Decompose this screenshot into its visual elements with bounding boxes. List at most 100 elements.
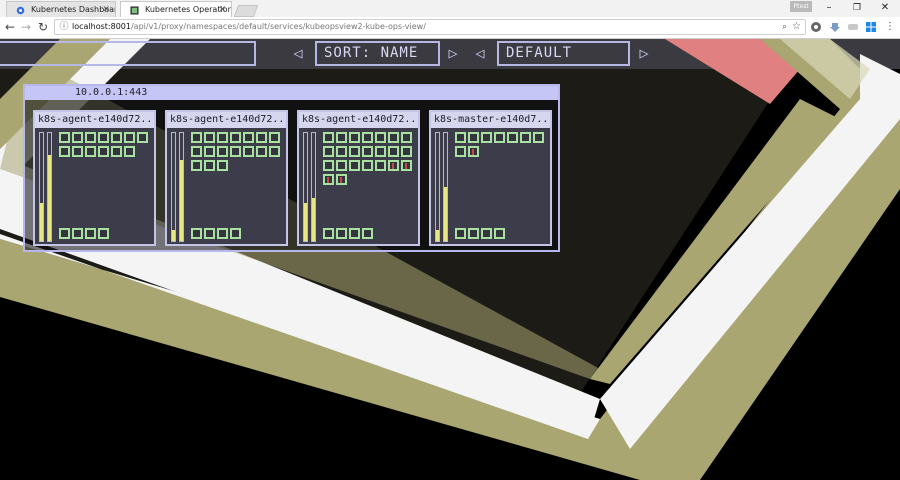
pod[interactable] xyxy=(243,146,254,157)
pod[interactable] xyxy=(204,132,215,143)
url-text[interactable]: localhost:8001/api/v1/proxy/namespaces/d… xyxy=(72,20,426,34)
pod[interactable] xyxy=(401,132,412,143)
system-pod[interactable] xyxy=(323,228,334,239)
pod-error[interactable] xyxy=(401,160,412,171)
pod-error[interactable] xyxy=(336,174,347,185)
menu-icon[interactable]: ⋮ xyxy=(884,21,896,33)
windows-icon[interactable] xyxy=(865,21,877,33)
pod[interactable] xyxy=(375,146,386,157)
download-icon[interactable] xyxy=(829,21,841,33)
pod[interactable] xyxy=(204,146,215,157)
pod[interactable] xyxy=(520,132,531,143)
system-pod[interactable] xyxy=(59,228,70,239)
node-card[interactable]: k8s-agent-e140d72... xyxy=(297,110,420,246)
system-pod[interactable] xyxy=(362,228,373,239)
pod[interactable] xyxy=(124,146,135,157)
pod[interactable] xyxy=(362,132,373,143)
system-pod[interactable] xyxy=(336,228,347,239)
pod[interactable] xyxy=(59,132,70,143)
pod[interactable] xyxy=(336,146,347,157)
pod[interactable] xyxy=(401,146,412,157)
profile-badge[interactable]: Ptest xyxy=(790,1,812,12)
pod[interactable] xyxy=(481,132,492,143)
pod[interactable] xyxy=(349,132,360,143)
pod[interactable] xyxy=(98,132,109,143)
pod[interactable] xyxy=(468,132,479,143)
theme-selector[interactable]: DEFAULT xyxy=(497,41,630,66)
pod[interactable] xyxy=(85,146,96,157)
pod[interactable] xyxy=(269,146,280,157)
pod[interactable] xyxy=(85,132,96,143)
pod[interactable] xyxy=(323,146,334,157)
back-button[interactable]: ← xyxy=(2,19,18,35)
forward-button[interactable]: → xyxy=(18,19,34,35)
node-card[interactable]: k8s-master-e140d7... xyxy=(429,110,552,246)
pod[interactable] xyxy=(191,132,202,143)
pod[interactable] xyxy=(336,132,347,143)
pod[interactable] xyxy=(455,132,466,143)
theme-next-arrow-icon[interactable]: ▷ xyxy=(637,45,651,61)
reload-button[interactable]: ↻ xyxy=(35,19,51,35)
pod[interactable] xyxy=(388,146,399,157)
pod[interactable] xyxy=(533,132,544,143)
pod[interactable] xyxy=(111,146,122,157)
system-pod[interactable] xyxy=(217,228,228,239)
node-card[interactable]: k8s-agent-e140d72... xyxy=(165,110,288,246)
pod[interactable] xyxy=(137,132,148,143)
system-pod[interactable] xyxy=(349,228,360,239)
url-input[interactable]: ⓘ localhost:8001/api/v1/proxy/namespaces… xyxy=(54,19,806,35)
system-pod[interactable] xyxy=(85,228,96,239)
cluster-panel[interactable]: 10.0.0.1:443 k8s-agent-e140d72... k8s-age… xyxy=(23,84,560,252)
minimize-button[interactable]: – xyxy=(815,0,843,16)
pod[interactable] xyxy=(204,160,215,171)
pod[interactable] xyxy=(349,146,360,157)
kube-ops-view-canvas[interactable]: ◁ SORT: NAME ▷ ◁ DEFAULT ▷ 10.0.0.1:443 … xyxy=(0,39,900,480)
pod[interactable] xyxy=(375,160,386,171)
pod-error[interactable] xyxy=(323,174,334,185)
system-pod[interactable] xyxy=(204,228,215,239)
system-pod[interactable] xyxy=(481,228,492,239)
close-window-button[interactable]: ✕ xyxy=(871,0,899,16)
pod[interactable] xyxy=(362,160,373,171)
pod[interactable] xyxy=(217,132,228,143)
system-pod[interactable] xyxy=(455,228,466,239)
pod[interactable] xyxy=(455,146,466,157)
pod[interactable] xyxy=(72,132,83,143)
pod[interactable] xyxy=(362,146,373,157)
pod[interactable] xyxy=(388,132,399,143)
close-tab-icon[interactable]: ✕ xyxy=(218,2,226,17)
pod[interactable] xyxy=(336,160,347,171)
pod[interactable] xyxy=(98,146,109,157)
pod[interactable] xyxy=(59,146,70,157)
extension-icon-2[interactable] xyxy=(847,21,859,33)
pod[interactable] xyxy=(256,146,267,157)
info-icon[interactable]: ⓘ xyxy=(59,21,69,33)
system-pod[interactable] xyxy=(230,228,241,239)
sort-next-arrow-icon[interactable]: ▷ xyxy=(446,45,460,61)
maximize-button[interactable]: ❐ xyxy=(843,0,871,16)
system-pod[interactable] xyxy=(494,228,505,239)
pod[interactable] xyxy=(494,132,505,143)
tab-kubernetes-operational[interactable]: Kubernetes Operational ✕ xyxy=(120,1,232,17)
tab-kubernetes-dashboard[interactable]: Kubernetes Dashboard ✕ xyxy=(6,1,116,17)
pod[interactable] xyxy=(230,146,241,157)
system-pod[interactable] xyxy=(468,228,479,239)
pod[interactable] xyxy=(349,160,360,171)
node-card[interactable]: k8s-agent-e140d72... xyxy=(33,110,156,246)
pod[interactable] xyxy=(375,132,386,143)
pod[interactable] xyxy=(124,132,135,143)
new-tab-button[interactable] xyxy=(233,5,259,17)
extension-icon[interactable] xyxy=(810,21,822,33)
pod[interactable] xyxy=(191,160,202,171)
pod-error[interactable] xyxy=(388,160,399,171)
pod[interactable] xyxy=(72,146,83,157)
pod[interactable] xyxy=(507,132,518,143)
pod-error[interactable] xyxy=(468,146,479,157)
bookmark-star-icon[interactable]: ☆ xyxy=(792,20,801,34)
pod[interactable] xyxy=(323,132,334,143)
theme-prev-arrow-icon[interactable]: ◁ xyxy=(473,45,487,61)
pod[interactable] xyxy=(111,132,122,143)
system-pod[interactable] xyxy=(72,228,83,239)
system-pod[interactable] xyxy=(98,228,109,239)
pod[interactable] xyxy=(217,146,228,157)
